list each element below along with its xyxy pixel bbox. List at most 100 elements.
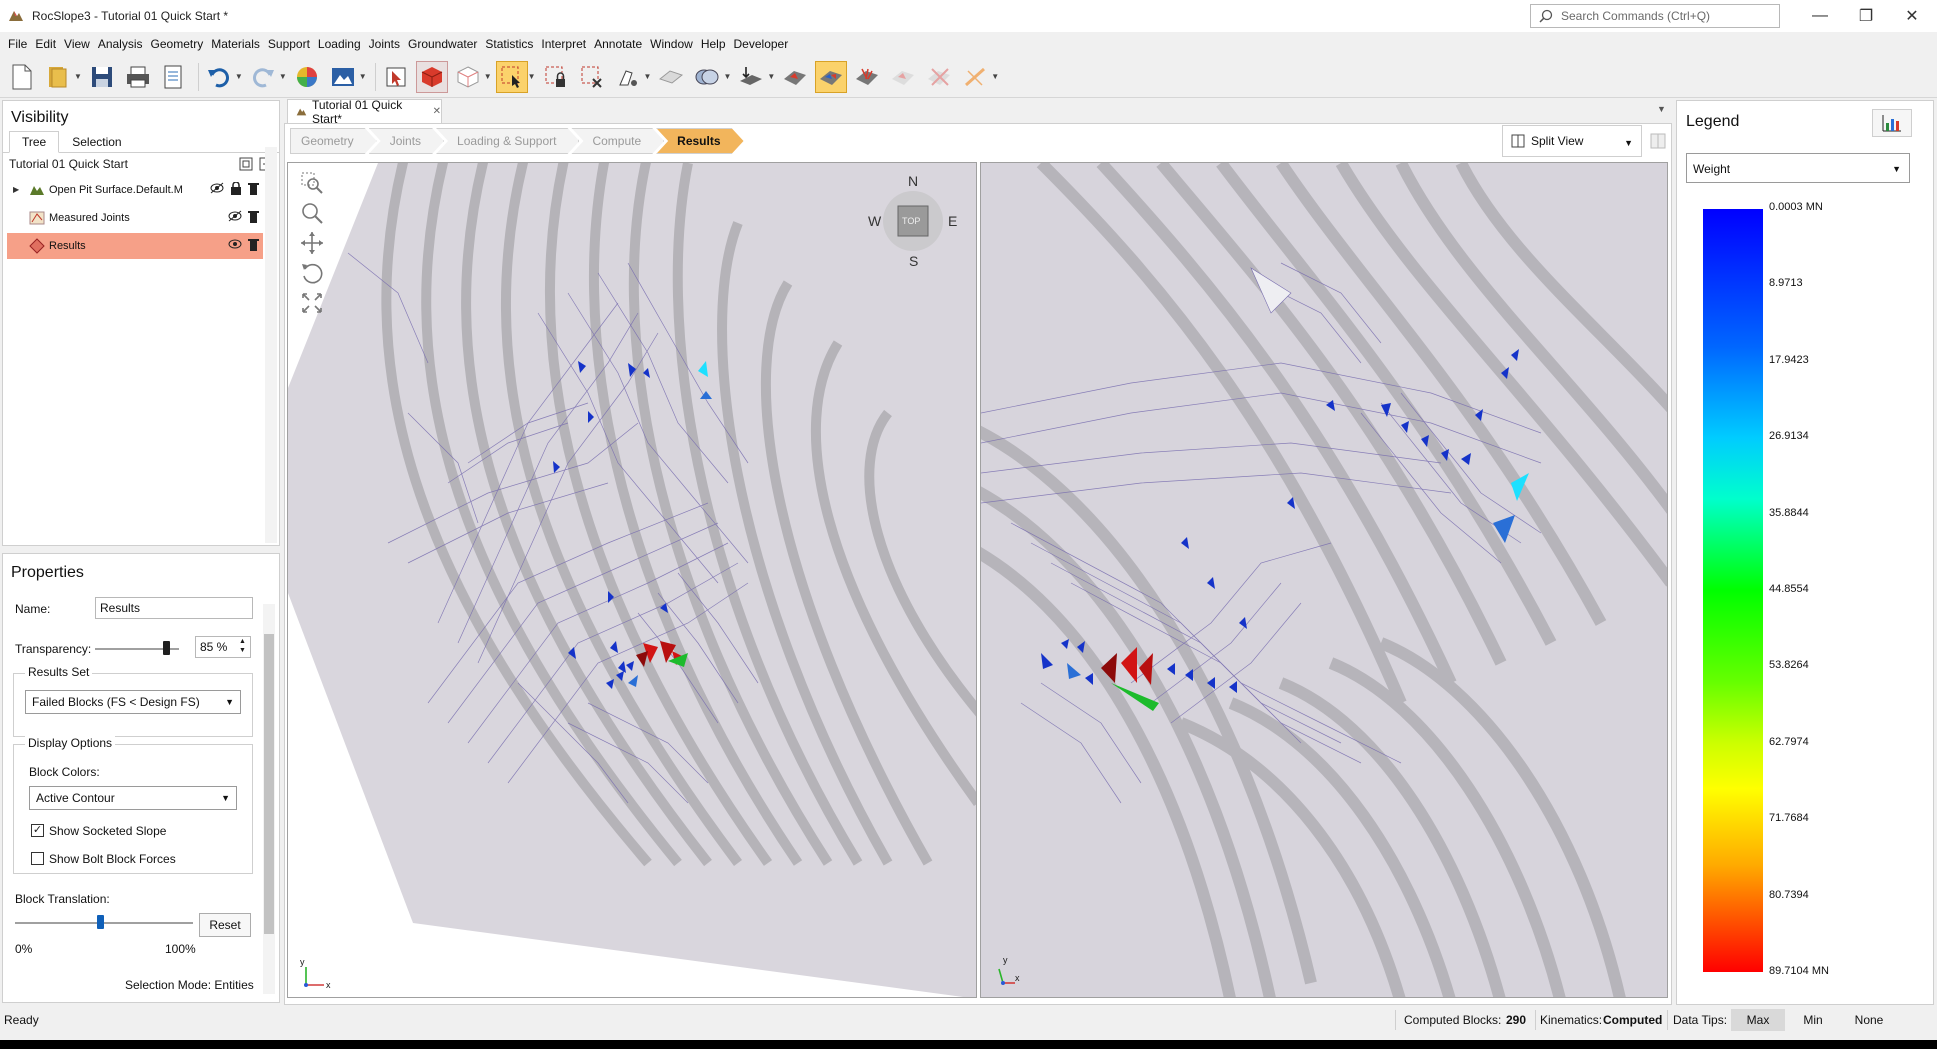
joint-sets-dropdown-arrow[interactable]: ▼ (723, 72, 731, 81)
expand-all-icon[interactable] (239, 157, 253, 171)
minimize-button[interactable]: — (1797, 0, 1843, 32)
load-icon[interactable] (735, 61, 767, 93)
workflow-step-loading-support[interactable]: Loading & Support (436, 128, 579, 154)
visibility-hidden-icon[interactable] (210, 182, 224, 194)
trash-icon[interactable] (248, 238, 259, 251)
close-button[interactable]: ✕ (1889, 0, 1935, 32)
compass-south[interactable]: S (909, 253, 918, 269)
menu-joints[interactable]: Joints (365, 37, 404, 51)
visibility-eye-icon[interactable] (228, 238, 242, 250)
cube-dropdown-arrow[interactable]: ▼ (484, 72, 492, 81)
block-colors-dropdown[interactable]: Active Contour ▼ (29, 786, 237, 810)
tab-tree[interactable]: Tree (9, 131, 60, 153)
show-bolt-block-forces-checkbox[interactable] (31, 852, 44, 865)
properties-scrollbar[interactable] (263, 604, 275, 994)
lock-select-icon[interactable] (540, 61, 572, 93)
compare-icon[interactable] (887, 61, 919, 93)
compass-west[interactable]: W (868, 213, 881, 229)
data-tips-max-button[interactable]: Max (1731, 1009, 1785, 1031)
document-list-dropdown[interactable]: ▼ (1657, 104, 1666, 114)
block-contour-icon[interactable] (851, 61, 883, 93)
tree-item-open-pit-surface[interactable]: ▶ Open Pit Surface.Default.M (7, 177, 263, 203)
rotate-icon[interactable] (298, 259, 326, 287)
select-pointer-icon[interactable] (380, 61, 412, 93)
all-blocks-icon[interactable] (815, 60, 848, 93)
menu-annotate[interactable]: Annotate (590, 37, 646, 51)
search-commands-input[interactable]: Search Commands (Ctrl+Q) (1530, 4, 1780, 28)
new-file-icon[interactable] (6, 61, 38, 93)
zoom-icon[interactable] (298, 199, 326, 227)
joint-sets-icon[interactable] (691, 61, 723, 93)
maximize-button[interactable]: ❐ (1843, 0, 1889, 32)
data-tips-none-button[interactable]: None (1842, 1009, 1896, 1031)
compass-north[interactable]: N (908, 173, 918, 189)
delete-block-icon[interactable] (923, 61, 955, 93)
viewport-left[interactable]: N S E W TOP y x (287, 162, 977, 998)
menu-help[interactable]: Help (697, 37, 730, 51)
close-tab-icon[interactable]: ✕ (433, 106, 441, 117)
expand-arrow-icon[interactable]: ▶ (13, 185, 19, 194)
undo-dropdown-arrow[interactable]: ▼ (235, 72, 243, 81)
view-cube-compass[interactable]: N S E W TOP (868, 173, 958, 269)
results-set-dropdown[interactable]: Failed Blocks (FS < Design FS) ▼ (25, 690, 241, 714)
probe-icon[interactable] (612, 61, 644, 93)
menu-loading[interactable]: Loading (314, 37, 365, 51)
tab-selection[interactable]: Selection (59, 131, 134, 152)
tree-item-measured-joints[interactable]: Measured Joints (7, 205, 263, 231)
compass-top-face[interactable]: TOP (902, 216, 920, 226)
export-image-icon[interactable] (327, 61, 359, 93)
zoom-extents-icon[interactable] (298, 289, 326, 317)
tree-root[interactable]: Tutorial 01 Quick Start (3, 153, 279, 175)
clear-select-icon[interactable] (576, 61, 608, 93)
solid-cube-icon[interactable] (415, 60, 448, 93)
viewport-right[interactable]: y x (980, 162, 1668, 998)
legend-variable-dropdown[interactable]: Weight ▼ (1686, 153, 1910, 183)
plane-icon[interactable] (655, 61, 687, 93)
wire-cube-icon[interactable] (452, 61, 484, 93)
workflow-step-results[interactable]: Results (656, 128, 743, 154)
menu-view[interactable]: View (60, 37, 94, 51)
menu-edit[interactable]: Edit (31, 37, 60, 51)
reset-button[interactable]: Reset (199, 913, 251, 937)
trash-icon[interactable] (248, 182, 259, 195)
lock-icon[interactable] (230, 182, 242, 195)
undo-icon[interactable] (203, 61, 235, 93)
pan-icon[interactable] (298, 229, 326, 257)
workflow-step-compute[interactable]: Compute (571, 128, 664, 154)
data-tips-min-button[interactable]: Min (1786, 1009, 1840, 1031)
measure-icon[interactable] (959, 61, 991, 93)
redo-dropdown-arrow[interactable]: ▼ (279, 72, 287, 81)
redo-icon[interactable] (247, 61, 279, 93)
legend-options-button[interactable] (1872, 109, 1912, 137)
box-select-icon[interactable] (495, 60, 528, 93)
trash-icon[interactable] (248, 210, 259, 223)
report-icon[interactable] (158, 61, 190, 93)
menu-window[interactable]: Window (646, 37, 697, 51)
load-dropdown-arrow[interactable]: ▼ (767, 72, 775, 81)
open-dropdown-arrow[interactable]: ▼ (74, 72, 82, 81)
visibility-scrollbar[interactable] (265, 147, 277, 543)
color-wheel-icon[interactable] (291, 61, 323, 93)
view-settings-icon[interactable] (1648, 131, 1668, 151)
menu-geometry[interactable]: Geometry (147, 37, 208, 51)
show-socketed-slope-checkbox[interactable]: ✓ (31, 824, 44, 837)
workflow-step-geometry[interactable]: Geometry (290, 128, 377, 154)
menu-analysis[interactable]: Analysis (94, 37, 147, 51)
spin-arrows-icon[interactable]: ▲ ▼ (239, 637, 246, 655)
probe-dropdown-arrow[interactable]: ▼ (644, 72, 652, 81)
transparency-slider-thumb[interactable] (163, 641, 171, 655)
measure-dropdown-arrow[interactable]: ▼ (991, 72, 999, 81)
menu-interpret[interactable]: Interpret (537, 37, 590, 51)
compass-east[interactable]: E (948, 213, 957, 229)
print-icon[interactable] (122, 61, 154, 93)
zoom-window-icon[interactable] (298, 169, 326, 197)
failed-blocks-icon[interactable] (779, 61, 811, 93)
select-dropdown-arrow[interactable]: ▼ (528, 72, 536, 81)
scrollbar-thumb[interactable] (264, 634, 274, 934)
menu-developer[interactable]: Developer (730, 37, 793, 51)
tree-item-results[interactable]: Results (7, 233, 263, 259)
menu-file[interactable]: File (4, 37, 31, 51)
view-mode-dropdown[interactable]: Split View ▼ (1502, 125, 1642, 157)
name-input[interactable]: Results (95, 597, 253, 619)
menu-support[interactable]: Support (264, 37, 314, 51)
